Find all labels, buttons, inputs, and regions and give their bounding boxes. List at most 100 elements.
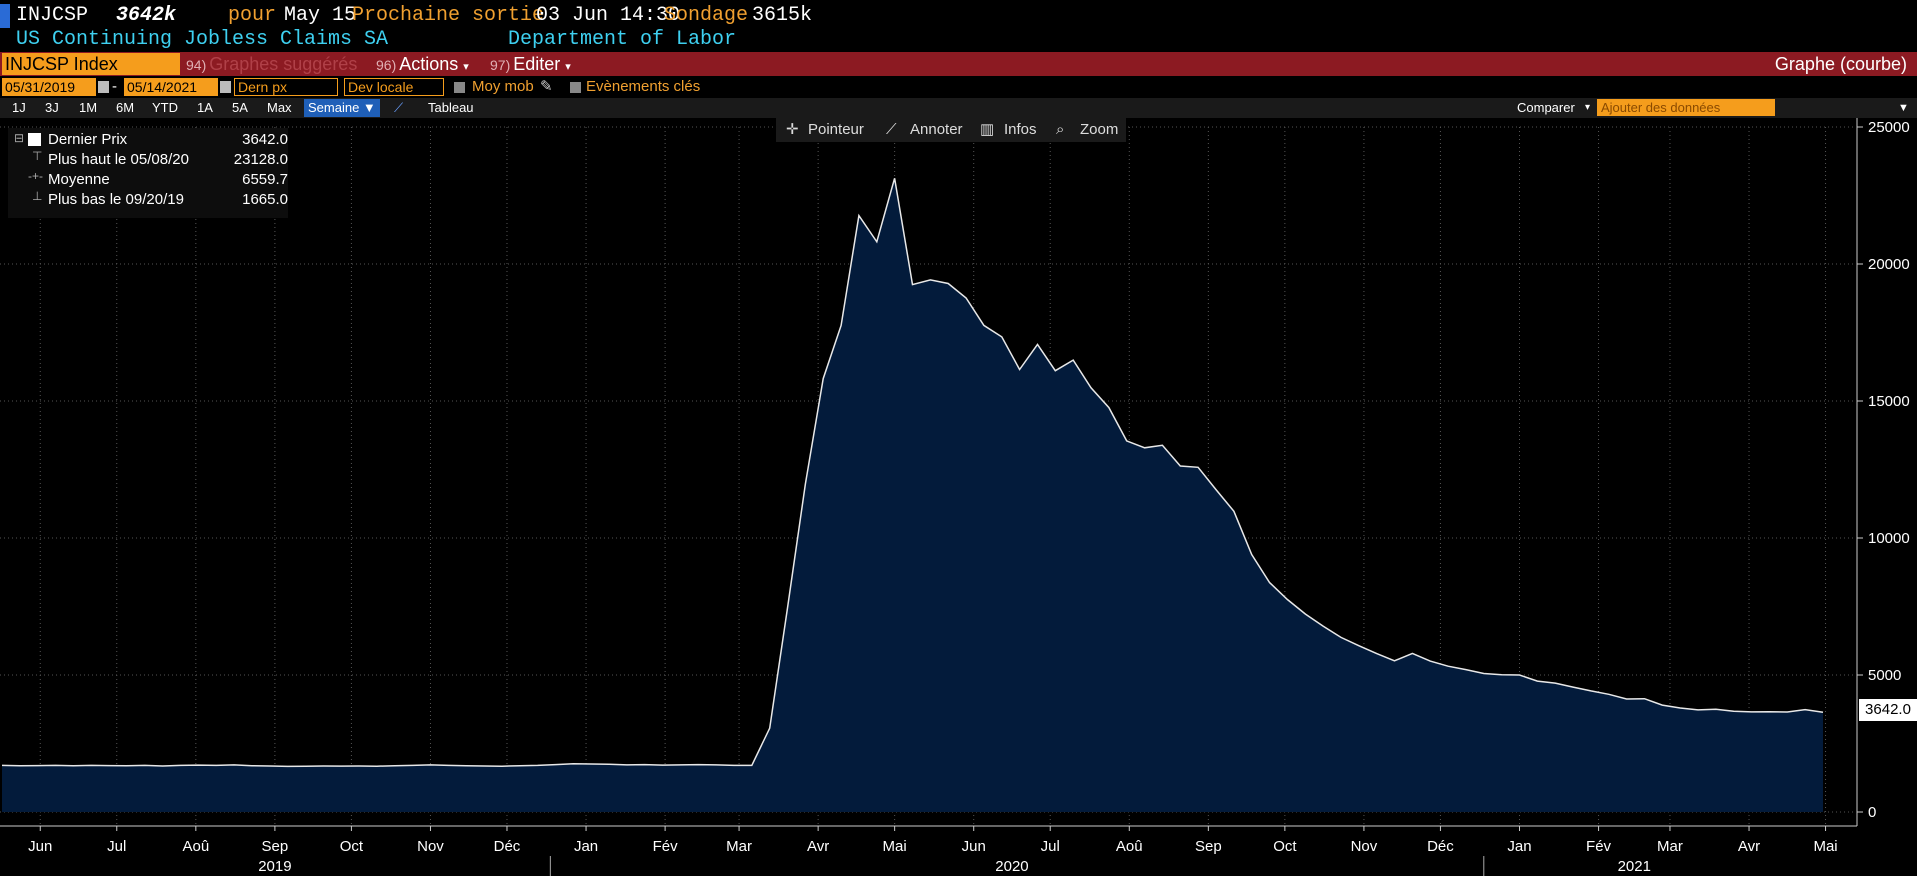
survey-value: 3615k [752,4,813,27]
menu-caret-icon[interactable]: ▼ [1898,99,1909,117]
ticker-label: INJCSP [16,4,89,27]
x-tick-label: Aoû [1116,838,1143,855]
y-tick-label: 0 [1868,804,1876,821]
period-ytd[interactable]: YTD [152,99,178,117]
legend-high-value: 23128.0 [233,151,288,168]
x-tick-label: Déc [494,838,521,855]
legend-last-value: 3642.0 [242,131,288,148]
pointer-icon[interactable]: ✛ [786,120,799,140]
actions-caret-icon: ▾ [463,61,469,73]
edit-label: Editer [513,54,561,74]
compare-caret-icon: ▾ [1585,102,1591,113]
x-tick-label: Mai [883,838,907,855]
legend-average-label: Moyenne [48,171,110,188]
edit-num: 97) [490,57,511,73]
key-events-checkbox[interactable] [570,82,581,93]
x-tick-label: Jan [1507,838,1531,855]
action-bar: INJCSP Index 94) Graphes suggérés 96) Acti… [0,52,1917,76]
price-field-select[interactable]: Dern px [234,78,338,96]
legend-average-value: 6559.7 [242,171,288,188]
y-tick-label: 15000 [1868,393,1910,410]
line-chart-icon[interactable]: ⟋ [394,99,403,117]
price-field-value: Dern px [235,79,337,95]
end-calendar-icon[interactable] [220,81,231,93]
legend-low-value: 1665.0 [242,191,288,208]
x-tick-label: Fév [1586,838,1612,855]
x-tick-label: Oct [340,838,364,855]
chart-legend: ⊟ Dernier Prix 3642.0 ⊤ Plus haut le 05/… [8,128,288,218]
x-tick-label: Déc [1427,838,1454,855]
x-tick-label: Jun [962,838,986,855]
legend-last-label: Dernier Prix [48,131,128,148]
moving-average-checkbox[interactable] [454,82,465,93]
key-events-label: Evènements clés [586,78,701,95]
year-label: 2021 [1618,858,1651,875]
x-tick-label: Jun [28,838,52,855]
period-max[interactable]: Max [267,99,292,117]
date-separator: - [112,78,117,95]
period-label: pour [228,4,277,27]
last-value-tag: 3642.0 [1859,699,1917,721]
frequency-select[interactable]: Semaine ▼ [304,99,380,117]
actions-button[interactable]: 96) Actions ▾ [376,52,469,76]
edit-button[interactable]: 97) Editer ▾ [490,52,571,76]
x-tick-label: Jul [1041,838,1060,855]
header-marker [0,4,10,28]
y-tick-label: 25000 [1868,119,1910,136]
currency-value: Dev locale [345,79,443,95]
zoom-button[interactable]: Zoom [1080,120,1118,140]
start-date-input[interactable]: 05/31/2019 [2,78,96,96]
table-button[interactable]: Tableau [428,99,474,117]
currency-select[interactable]: Dev locale [344,78,444,96]
period-1j[interactable]: 1J [12,99,26,117]
legend-low-label: Plus bas le 09/20/19 [48,191,184,208]
period-6m[interactable]: 6M [116,99,134,117]
year-label: 2019 [258,858,291,875]
period-value: May 15 [284,4,357,27]
x-tick-label: Jan [574,838,598,855]
x-tick-label: Mar [726,838,752,855]
info-icon[interactable]: ▥ [980,120,994,140]
period-3j[interactable]: 3J [45,99,59,117]
pencil-icon[interactable]: ✎ [540,78,553,96]
add-data-input[interactable]: Ajouter des données [1597,99,1775,116]
security-input[interactable]: INJCSP Index [2,53,180,75]
end-date-input[interactable]: 05/14/2021 [124,78,218,96]
suggested-graphs-button[interactable]: 94) Graphes suggérés [186,52,357,76]
period-1m[interactable]: 1M [79,99,97,117]
collapse-icon[interactable]: ⊟ [14,131,24,145]
range-controls: 05/31/2019 - 05/14/2021 Dern px Dev loca… [0,76,1917,98]
x-tick-label: Sep [262,838,289,855]
x-tick-label: Avr [807,838,829,855]
suggested-label: Graphes suggérés [209,54,358,74]
year-label: 2020 [995,858,1028,875]
pointer-button[interactable]: Pointeur [808,120,864,140]
last-value: 3642k [116,4,177,27]
period-1a[interactable]: 1A [197,99,213,117]
annotate-button[interactable]: Annoter [910,120,963,140]
compare-button[interactable]: Comparer [1517,99,1575,117]
next-release-value: 03 Jun 14:30 [536,4,681,27]
x-tick-label: Avr [1738,838,1760,855]
info-button[interactable]: Infos [1004,120,1037,140]
y-tick-label: 10000 [1868,530,1910,547]
legend-high-label: Plus haut le 05/08/20 [48,151,189,168]
start-calendar-icon[interactable] [98,81,109,93]
chart-area[interactable]: 0 5000 10000 15000 20000 25000 Jun Jul Aoû Sep Oc… [0,118,1917,876]
x-tick-label: Jul [107,838,126,855]
zoom-icon[interactable]: ⌕ [1056,120,1064,140]
edit-caret-icon: ▾ [565,61,571,73]
period-bar: 1J 3J 1M 6M YTD 1A 5A Max Semaine ▼ ⟋ Ta… [0,98,1917,118]
x-tick-label: Nov [1351,838,1378,855]
x-axis: Jun Jul Aoû Sep Oct Nov Déc Jan Fév Mar Avr Mai Jun J… [0,825,1857,876]
period-5a[interactable]: 5A [232,99,248,117]
x-tick-label: Nov [417,838,444,855]
actions-label: Actions [399,54,459,74]
average-marker-icon: -+- [28,169,43,183]
x-tick-label: Mar [1657,838,1683,855]
suggested-num: 94) [186,57,207,73]
annotate-icon[interactable]: ⟋ [886,120,897,140]
graph-type-label[interactable]: Graphe (courbe) [1775,52,1907,76]
security-source: Department of Labor [508,28,737,51]
chart-toolbar: ✛ Pointeur ⟋ Annoter ▥ Infos ⌕ Zoom [776,118,1126,142]
